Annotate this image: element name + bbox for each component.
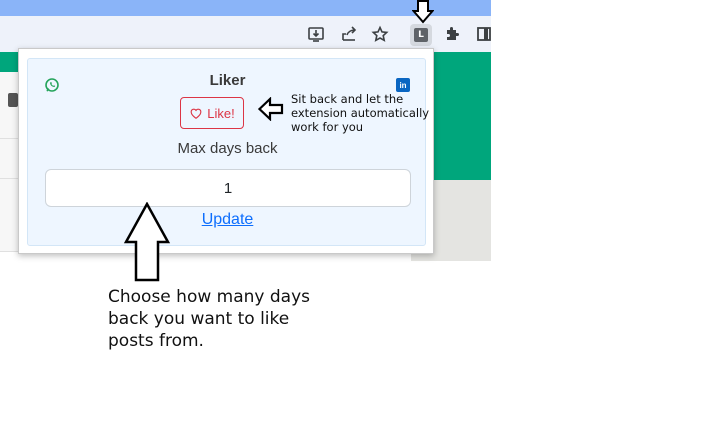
extension-letter: L [414, 28, 428, 42]
page-teal-edge [0, 52, 18, 72]
popup-title: Liker [209, 72, 246, 89]
like-button-label: Like! [207, 105, 235, 121]
liker-extension-button[interactable]: L [410, 24, 432, 46]
star-icon[interactable] [370, 24, 390, 44]
max-days-input[interactable] [45, 169, 411, 207]
linkedin-icon[interactable]: in [396, 78, 410, 92]
arrow-down-annotation [412, 0, 434, 24]
max-days-label: Max days back [177, 140, 278, 157]
sidepanel-icon[interactable] [474, 24, 494, 44]
like-button[interactable]: Like! [180, 97, 244, 129]
extension-popup: Liker in Like! Max days back Update [18, 48, 434, 254]
install-icon[interactable] [306, 24, 326, 44]
divider [0, 178, 18, 179]
update-link[interactable]: Update [28, 211, 427, 229]
page-left-icon [8, 93, 18, 107]
page-teal-banner [434, 52, 491, 180]
popup-card: Liker in Like! Max days back Update [27, 58, 426, 246]
divider [0, 138, 18, 139]
arrow-left-annotation [258, 97, 284, 121]
puzzle-icon[interactable] [442, 24, 462, 44]
arrow-up-annotation [123, 202, 171, 282]
share-icon[interactable] [339, 24, 359, 44]
heart-icon [190, 108, 202, 119]
days-hint-annotation: Choose how many days back you want to li… [108, 287, 310, 351]
like-hint-annotation: Sit back and let the extension automatic… [291, 92, 430, 134]
